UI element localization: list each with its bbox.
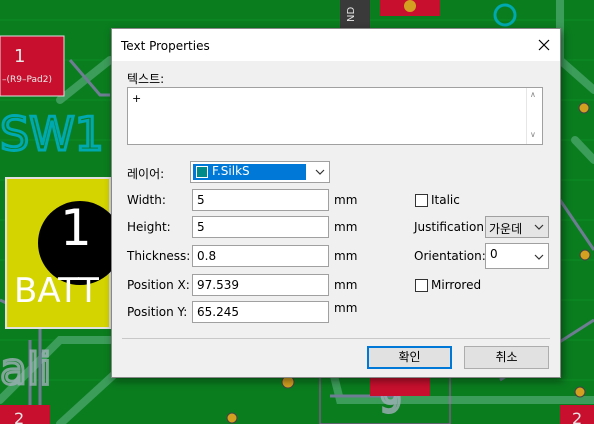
height-unit: mm	[334, 220, 358, 234]
silk-sw1: SW1	[0, 107, 104, 161]
thickness-label: Thickness:	[127, 249, 191, 263]
bottom-number-right: 2	[572, 409, 582, 424]
net-label-top: ND	[346, 7, 357, 22]
mirrored-checkbox[interactable]	[415, 279, 428, 292]
bottom-number: 2	[14, 409, 24, 424]
layer-selected: F.SilkS	[193, 164, 306, 180]
thickness-value: 0.8	[197, 249, 217, 263]
position-y-label: Position Y:	[127, 305, 188, 319]
scroll-down-icon[interactable]: ∨	[530, 130, 536, 139]
width-unit: mm	[334, 193, 358, 207]
position-y-input[interactable]: 65.245	[192, 301, 329, 323]
cancel-button[interactable]: 취소	[464, 346, 549, 369]
position-y-value: 65.245	[197, 305, 239, 319]
pad-number-top: 1	[14, 46, 25, 67]
text-scrollbar[interactable]: ∧ ∨	[526, 88, 542, 144]
battery-number: 1	[60, 199, 92, 257]
justification-value: 가운데	[489, 222, 523, 236]
layer-select[interactable]: F.SilkS	[190, 161, 330, 183]
position-y-unit: mm	[334, 301, 358, 315]
thickness-unit: mm	[334, 249, 358, 263]
italic-checkbox[interactable]	[415, 194, 428, 207]
dialog-titlebar[interactable]: Text Properties	[112, 29, 560, 61]
dialog-title: Text Properties	[121, 39, 210, 53]
justification-select[interactable]: 가운데	[485, 216, 549, 238]
text-input[interactable]: + ∧ ∨	[127, 87, 543, 145]
justification-label: Justification:	[414, 220, 488, 234]
text-value: +	[132, 92, 142, 105]
chevron-down-icon	[534, 224, 544, 230]
ok-button[interactable]: 확인	[367, 346, 452, 369]
width-label: Width:	[127, 193, 166, 207]
width-input[interactable]: 5	[192, 189, 329, 211]
layer-value: F.SilkS	[212, 164, 250, 178]
position-x-label: Position X:	[127, 278, 190, 292]
scroll-up-icon[interactable]: ∧	[530, 90, 536, 99]
orientation-select[interactable]: 0	[485, 243, 549, 269]
layer-label: 레이어:	[127, 167, 165, 181]
height-label: Height:	[127, 220, 171, 234]
height-input[interactable]: 5	[192, 216, 329, 238]
close-icon[interactable]	[534, 35, 554, 55]
orientation-value: 0	[490, 247, 498, 261]
italic-label: Italic	[431, 193, 460, 207]
text-label: 텍스트:	[127, 72, 165, 86]
dialog-divider	[122, 338, 550, 339]
position-x-input[interactable]: 97.539	[192, 274, 329, 296]
pad-label-top: –(R9–Pad2)	[2, 75, 52, 85]
height-value: 5	[197, 220, 205, 234]
thickness-input[interactable]: 0.8	[192, 245, 329, 267]
position-x-value: 97.539	[197, 278, 239, 292]
chevron-down-icon	[315, 169, 325, 175]
layer-color-swatch	[196, 166, 208, 178]
text-properties-dialog: Text Properties 텍스트: + ∧ ∨ 레이어: F.SilkS …	[111, 28, 561, 378]
battery-label: BATT	[14, 271, 99, 311]
orientation-label: Orientation:	[414, 249, 486, 263]
mirrored-label: Mirrored	[431, 278, 482, 292]
chevron-down-icon	[534, 254, 544, 260]
svg-text:ali: ali	[0, 344, 51, 395]
width-value: 5	[197, 193, 205, 207]
position-x-unit: mm	[334, 278, 358, 292]
